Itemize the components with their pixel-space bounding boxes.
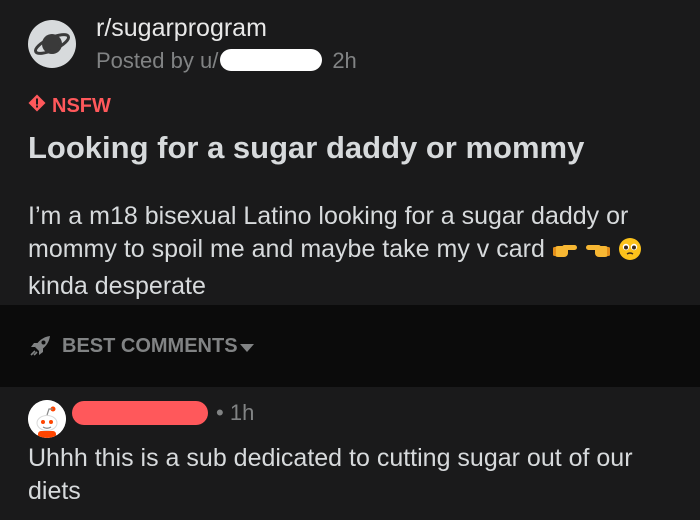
posted-by: Posted by u/2h [96,48,357,74]
chevron-down-icon[interactable] [240,344,254,352]
post-body-text: I’m a m18 bisexual Latino looking for a … [28,202,629,263]
nsfw-label: NSFW [52,94,111,117]
posted-by-label: Posted by u/ [96,48,219,73]
post-body: I’m a m18 bisexual Latino looking for a … [28,200,678,303]
comment-time-value: 1h [229,400,255,425]
snoo-avatar-icon[interactable] [28,400,66,438]
backhand-index-pointing-left-icon [585,237,611,270]
rocket-icon [28,332,54,363]
comment-text: Uhhh this is a sub dedicated to cutting … [28,444,633,505]
subreddit-name[interactable]: r/sugarprogram [96,14,267,43]
comment-time: • 1h [216,400,255,425]
redacted-commenter-name [72,401,208,425]
warning-diamond-icon [28,94,46,118]
post-time: 2h [332,48,357,73]
pleading-face-icon [618,237,642,270]
backhand-index-pointing-right-icon [552,237,578,270]
redacted-username [220,49,323,71]
post-title[interactable]: Looking for a sugar daddy or mommy [28,130,584,166]
subreddit-planet-icon[interactable] [28,20,76,68]
nsfw-badge: NSFW [28,94,111,118]
sort-label[interactable]: BEST COMMENTS [62,335,238,358]
post-body-tail: kinda desperate [28,272,206,300]
